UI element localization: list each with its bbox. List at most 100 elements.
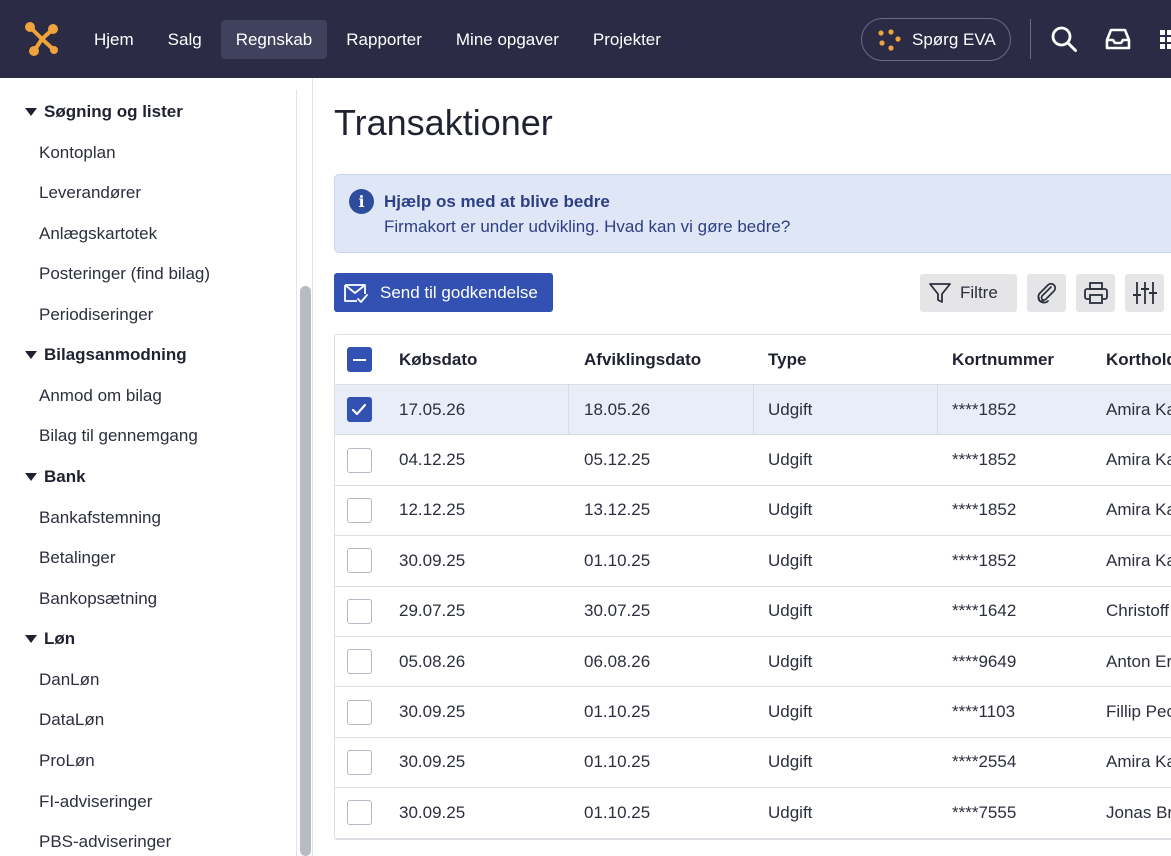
row-checkbox[interactable] <box>346 699 372 725</box>
sidebar-scroll-track <box>296 90 297 856</box>
main-content: Transaktioner i Hjælp os med at blive be… <box>314 78 1171 856</box>
expand-triangle-icon <box>25 351 37 359</box>
row-select-cell <box>335 738 383 787</box>
sidebar-item-dataloen[interactable]: DataLøn <box>39 710 104 730</box>
sidebar-section-soegning[interactable]: Søgning og lister <box>25 102 183 122</box>
cell-koebsdato: 29.07.25 <box>399 601 466 621</box>
cell-kortholder: Jonas Br <box>1106 802 1171 822</box>
row-checkbox[interactable] <box>346 598 372 624</box>
cell-kortholder: Amira Ka <box>1106 450 1171 470</box>
nav-item-salg[interactable]: Salg <box>153 20 217 59</box>
cell-kortnummer: ****1852 <box>952 399 1017 419</box>
filter-button[interactable]: Filtre <box>920 274 1017 312</box>
cell-afviklingsdato: 01.10.25 <box>584 752 651 772</box>
sidebar-item-anlaegskartotek[interactable]: Anlægskartotek <box>39 224 157 244</box>
ask-eva-button[interactable]: Spørg EVA <box>861 18 1011 61</box>
column-header-afviklingsdato[interactable]: Afviklingsdato <box>584 335 754 384</box>
main-nav: Hjem Salg Regnskab Rapporter Mine opgave… <box>79 20 680 59</box>
nav-item-rapporter[interactable]: Rapporter <box>331 20 437 59</box>
sidebar-item-bankopsaetning[interactable]: Bankopsætning <box>39 589 157 609</box>
cell-koebsdato: 04.12.25 <box>399 450 466 470</box>
attach-button[interactable] <box>1027 274 1066 312</box>
table-row[interactable]: 05.08.26 06.08.26 Udgift ****9649 Anton Er <box>335 637 1171 688</box>
cell-type: Udgift <box>768 399 813 419</box>
sidebar-item-fi-adviseringer[interactable]: FI-adviseringer <box>39 792 152 812</box>
app-logo-icon[interactable] <box>22 20 62 58</box>
checkmark-icon <box>351 403 367 415</box>
sidebar-section-bilagsanmodning[interactable]: Bilagsanmodning <box>25 345 187 365</box>
banner-text[interactable]: Firmakort er under udvikling. Hvad kan v… <box>384 217 790 237</box>
row-select-cell <box>335 536 383 585</box>
sidebar-item-danloen[interactable]: DanLøn <box>39 670 99 690</box>
nav-item-hjem[interactable]: Hjem <box>79 20 149 59</box>
inbox-icon[interactable] <box>1103 24 1133 54</box>
row-checkbox[interactable] <box>346 749 372 775</box>
table-row[interactable]: 30.09.25 01.10.25 Udgift ****1852 Amira Ka <box>335 536 1171 587</box>
filter-icon <box>929 283 951 303</box>
cell-type: Udgift <box>768 651 813 671</box>
select-all-checkbox[interactable] <box>346 347 372 372</box>
sidebar-item-bankafstemning[interactable]: Bankafstemning <box>39 508 161 528</box>
cell-kortnummer: ****9649 <box>952 651 1017 671</box>
column-settings-button[interactable] <box>1125 274 1164 312</box>
cell-type: Udgift <box>768 500 813 520</box>
sidebar-section-label: Søgning og lister <box>44 102 183 121</box>
sidebar-item-anmod-om-bilag[interactable]: Anmod om bilag <box>39 386 162 406</box>
cell-type: Udgift <box>768 450 813 470</box>
nav-item-regnskab[interactable]: Regnskab <box>220 20 328 59</box>
table-row[interactable]: 30.09.25 01.10.25 Udgift ****7555 Jonas Br <box>335 788 1171 839</box>
table-row[interactable]: 29.07.25 30.07.25 Udgift ****1642 Christoff <box>335 587 1171 637</box>
sidebar-section-bank[interactable]: Bank <box>25 467 86 487</box>
nav-item-projekter[interactable]: Projekter <box>578 20 676 59</box>
table-row[interactable]: 12.12.25 13.12.25 Udgift ****1852 Amira Ka <box>335 486 1171 537</box>
nav-item-mine-opgaver[interactable]: Mine opgaver <box>441 20 574 59</box>
sidebar-section-loen[interactable]: Løn <box>25 629 75 649</box>
cell-kortnummer: ****7555 <box>952 802 1017 822</box>
table-row[interactable]: 04.12.25 05.12.25 Udgift ****1852 Amira Ka <box>335 435 1171 486</box>
column-header-type[interactable]: Type <box>768 335 938 384</box>
select-all-cell <box>335 335 383 384</box>
column-separator <box>568 385 569 435</box>
sidebar-item-leverandoerer[interactable]: Leverandører <box>39 183 141 203</box>
feedback-banner: i Hjælp os med at blive bedre Firmakort … <box>334 174 1171 253</box>
sidebar-item-periodiseringer[interactable]: Periodiseringer <box>39 305 153 325</box>
row-checkbox[interactable] <box>346 548 372 574</box>
column-header-kortholder[interactable]: Kortholder <box>1106 335 1171 384</box>
row-checkbox[interactable] <box>346 497 372 523</box>
column-header-koebsdato[interactable]: Købsdato <box>399 335 569 384</box>
cell-koebsdato: 12.12.25 <box>399 500 466 520</box>
transactions-table: Købsdato Afviklingsdato Type Kortnummer … <box>334 334 1171 840</box>
column-header-kortnummer[interactable]: Kortnummer <box>952 335 1102 384</box>
cell-koebsdato: 30.09.25 <box>399 752 466 772</box>
send-for-approval-button[interactable]: Send til godkendelse <box>334 273 553 312</box>
cell-koebsdato: 30.09.25 <box>399 802 466 822</box>
table-row[interactable]: 17.05.26 18.05.26 Udgift ****1852 Amira Ka <box>335 385 1171 436</box>
sidebar-item-betalinger[interactable]: Betalinger <box>39 548 116 568</box>
sidebar-item-pbs-adviseringer[interactable]: PBS-adviseringer <box>39 832 171 852</box>
cell-afviklingsdato: 05.12.25 <box>584 450 651 470</box>
print-button[interactable] <box>1076 274 1115 312</box>
search-icon[interactable] <box>1049 24 1079 54</box>
cell-kortnummer: ****1852 <box>952 500 1017 520</box>
sidebar-item-kontoplan[interactable]: Kontoplan <box>39 143 116 163</box>
apps-grid-icon[interactable] <box>1156 24 1171 54</box>
sidebar-item-proloen[interactable]: ProLøn <box>39 751 95 771</box>
cell-kortholder: Amira Ka <box>1106 500 1171 520</box>
row-checkbox[interactable] <box>346 447 372 473</box>
expand-triangle-icon <box>25 108 37 116</box>
row-checkbox[interactable] <box>346 800 372 826</box>
ask-eva-label: Spørg EVA <box>912 29 996 49</box>
cell-afviklingsdato: 18.05.26 <box>584 399 651 419</box>
row-checkbox[interactable] <box>346 397 372 423</box>
cell-kortnummer: ****1103 <box>952 702 1016 722</box>
sidebar-section-label: Bank <box>44 467 86 486</box>
table-row[interactable]: 30.09.25 01.10.25 Udgift ****2554 Amira Ka <box>335 738 1171 789</box>
sidebar-item-bilag-til-gennemgang[interactable]: Bilag til gennemgang <box>39 426 198 446</box>
table-row[interactable]: 30.09.25 01.10.25 Udgift ****1103 Fillip Pec <box>335 687 1171 738</box>
cell-afviklingsdato: 01.10.25 <box>584 550 651 570</box>
attachment-icon <box>1037 282 1056 304</box>
banner-title: Hjælp os med at blive bedre <box>384 192 610 211</box>
sidebar-scrollbar[interactable] <box>300 286 311 856</box>
row-checkbox[interactable] <box>346 649 372 675</box>
sidebar-item-posteringer[interactable]: Posteringer (find bilag) <box>39 264 210 284</box>
